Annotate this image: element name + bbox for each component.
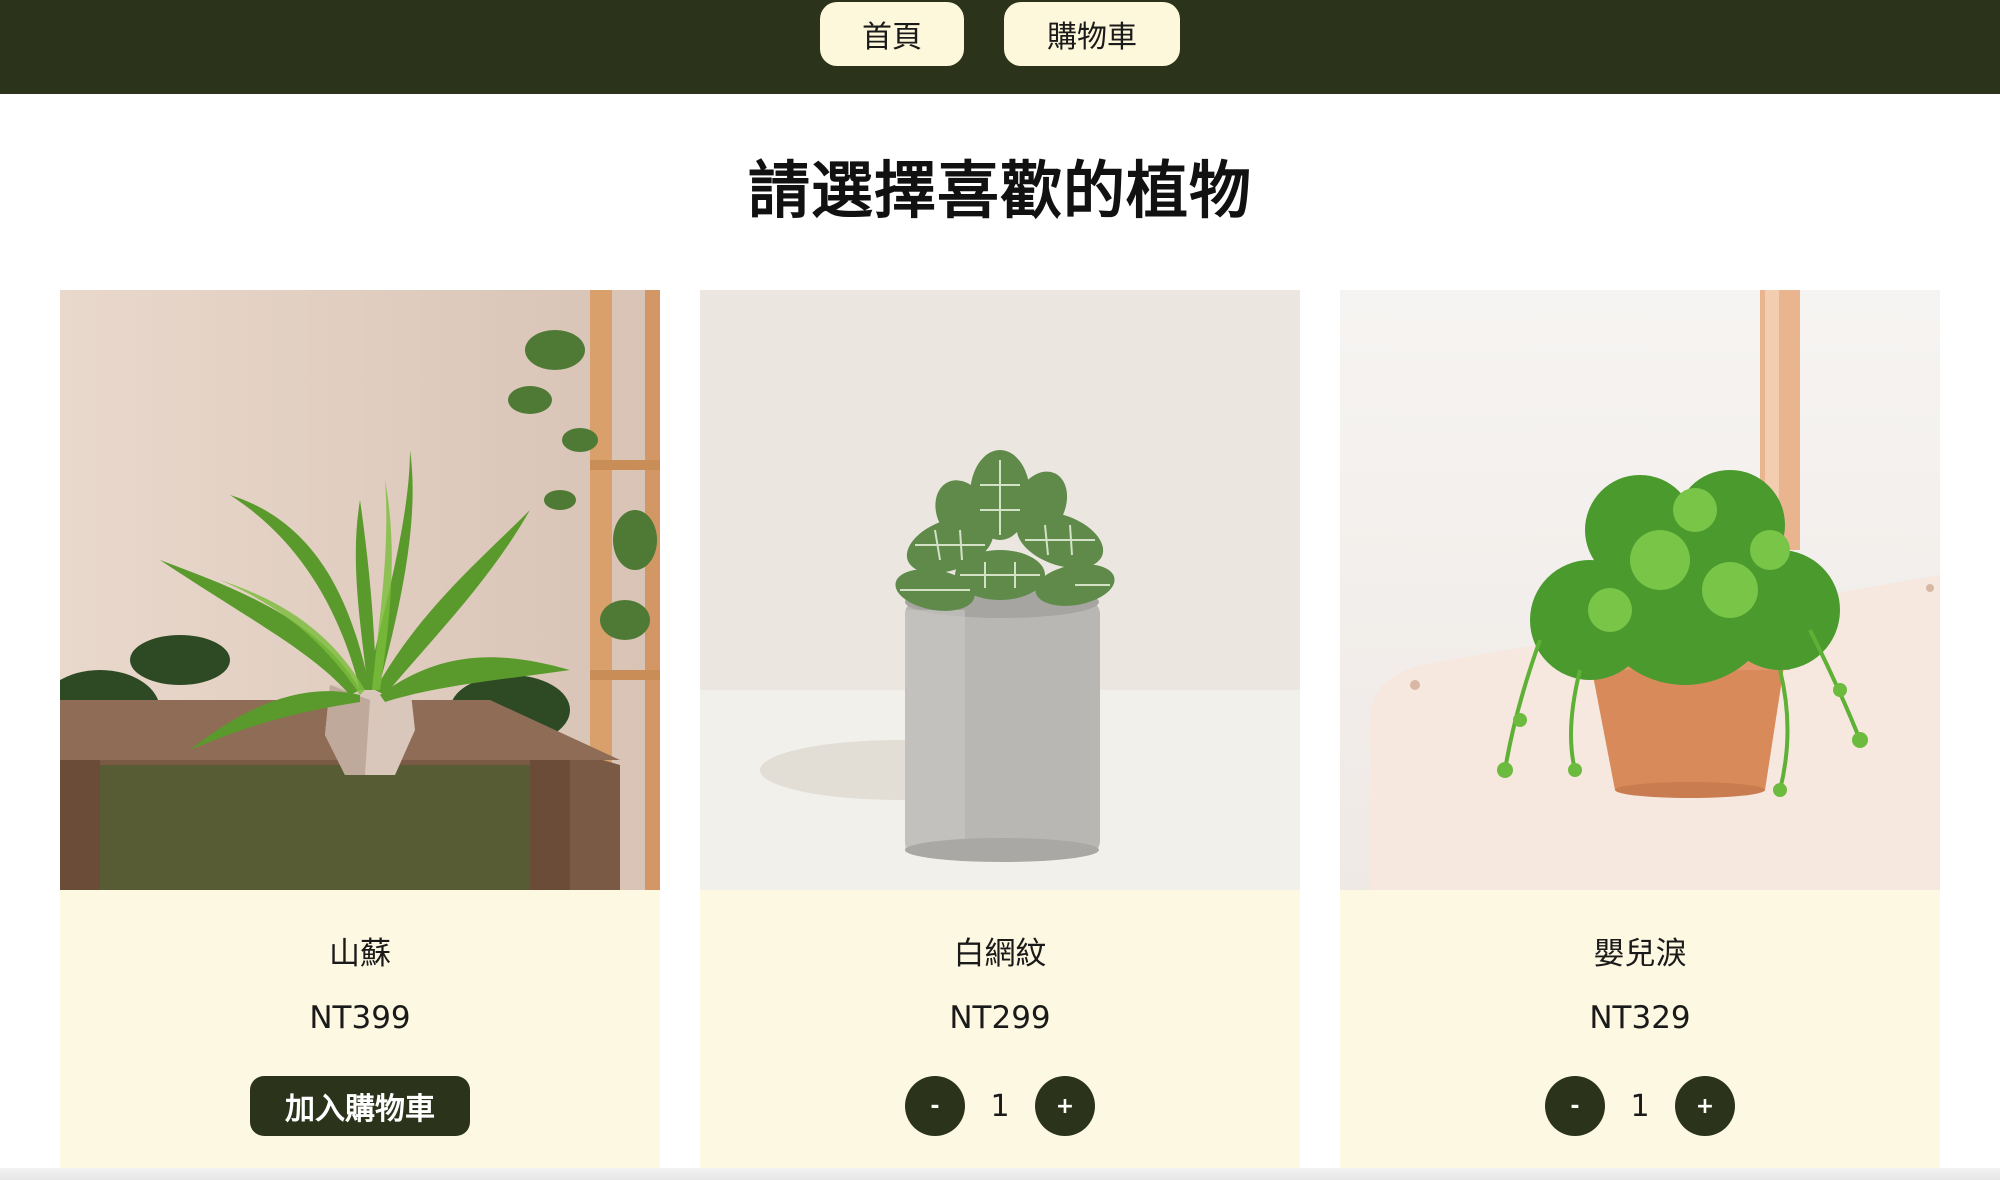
decrease-quantity-button[interactable]: - — [1545, 1076, 1605, 1136]
quantity-value: 1 — [990, 1088, 1010, 1124]
product-image-2[interactable] — [700, 290, 1300, 890]
product-price: NT329 — [1589, 1000, 1691, 1036]
product-price: NT299 — [949, 1000, 1051, 1036]
product-card-2: 白網紋 NT299 - 1 + — [700, 290, 1300, 1180]
product-name: 山蘇 — [329, 936, 391, 972]
fern-plant-photo — [60, 290, 660, 890]
product-image-1[interactable] — [60, 290, 660, 890]
product-card-3: 嬰兒淚 NT329 - 1 + — [1340, 290, 1940, 1180]
nav-cart-button[interactable]: 購物車 — [1004, 2, 1180, 66]
top-navbar: 首頁 購物車 — [0, 0, 2000, 94]
increase-quantity-button[interactable]: + — [1035, 1076, 1095, 1136]
add-to-cart-button[interactable]: 加入購物車 — [250, 1076, 470, 1136]
baby-tears-plant-photo — [1340, 290, 1940, 890]
nav-home-button[interactable]: 首頁 — [820, 2, 964, 66]
product-name: 嬰兒淚 — [1593, 936, 1687, 972]
fittonia-plant-photo — [700, 290, 1300, 890]
quantity-stepper: - 1 + — [1340, 1076, 1940, 1138]
increase-quantity-button[interactable]: + — [1675, 1076, 1735, 1136]
product-price: NT399 — [309, 1000, 411, 1036]
page-title: 請選擇喜歡的植物 — [747, 154, 1252, 227]
product-image-3[interactable] — [1340, 290, 1940, 890]
product-name: 白網紋 — [953, 936, 1047, 972]
quantity-stepper: - 1 + — [700, 1076, 1300, 1138]
decrease-quantity-button[interactable]: - — [905, 1076, 965, 1136]
scroll-edge-shadow — [0, 1168, 2000, 1180]
product-card-1: 山蘇 NT399 加入購物車 — [60, 290, 660, 1180]
quantity-value: 1 — [1630, 1088, 1650, 1124]
